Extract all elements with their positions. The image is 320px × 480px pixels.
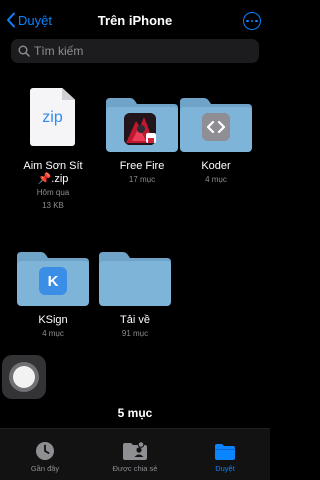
item-name: Free Fire [119,160,165,172]
item-count: 4 mục [42,329,64,338]
folder-item-downloads[interactable]: Tải về 91 mục [95,236,175,340]
zip-file-icon-text: zip [42,109,63,126]
file-item-zip[interactable]: zip Aim Sơn Sít 📌.zip Hôm qua 13 KB [13,82,93,212]
item-count: 17 mục [128,175,156,184]
item-name: Tải về [120,314,150,326]
navigation-bar: Duyệt Trên iPhone [0,8,270,36]
item-count-label: 5 mục [117,406,153,420]
page-title: Trên iPhone [97,13,173,28]
tab-shared[interactable]: Được chia sẻ [90,439,180,473]
search-icon [18,45,30,57]
tab-browse[interactable]: Duyệt [180,439,270,473]
folder-item-free-fire[interactable]: Free Fire 17 mục [102,82,182,186]
tab-label: Gần đây [30,464,60,473]
zip-file-icon: zip [13,82,93,156]
item-count: 91 mục [121,329,149,338]
shared-folder-icon [123,441,147,460]
search-field[interactable]: Tìm kiếm [11,39,259,63]
item-name: KSign [38,314,68,326]
ksign-icon: K [39,267,67,295]
clock-icon [36,442,54,460]
tab-recents[interactable]: Gần đây [0,439,90,473]
tab-label: Được chia sẻ [112,464,158,473]
free-fire-badge-icon [146,133,156,143]
tab-label: Duyệt [215,464,235,473]
item-name: Koder [201,160,231,172]
item-name: Aim Sơn Sít 📌.zip [23,160,83,185]
item-date: Hôm qua [36,188,70,197]
folder-icon [215,444,235,460]
folder-item-ksign[interactable]: K KSign 4 mục [13,236,93,340]
ellipsis-icon [246,19,249,23]
search-placeholder: Tìm kiếm [34,44,84,58]
more-options-button[interactable] [243,12,261,30]
folder-item-koder[interactable]: Koder 4 mục [176,82,256,186]
koder-icon [202,113,230,141]
assistive-touch-button[interactable] [2,355,46,399]
item-size: 13 KB [42,201,64,210]
item-count: 4 mục [205,175,227,184]
tab-bar: Gần đây Được chia sẻ Duyệt [0,428,270,480]
folder-icon [99,252,171,306]
